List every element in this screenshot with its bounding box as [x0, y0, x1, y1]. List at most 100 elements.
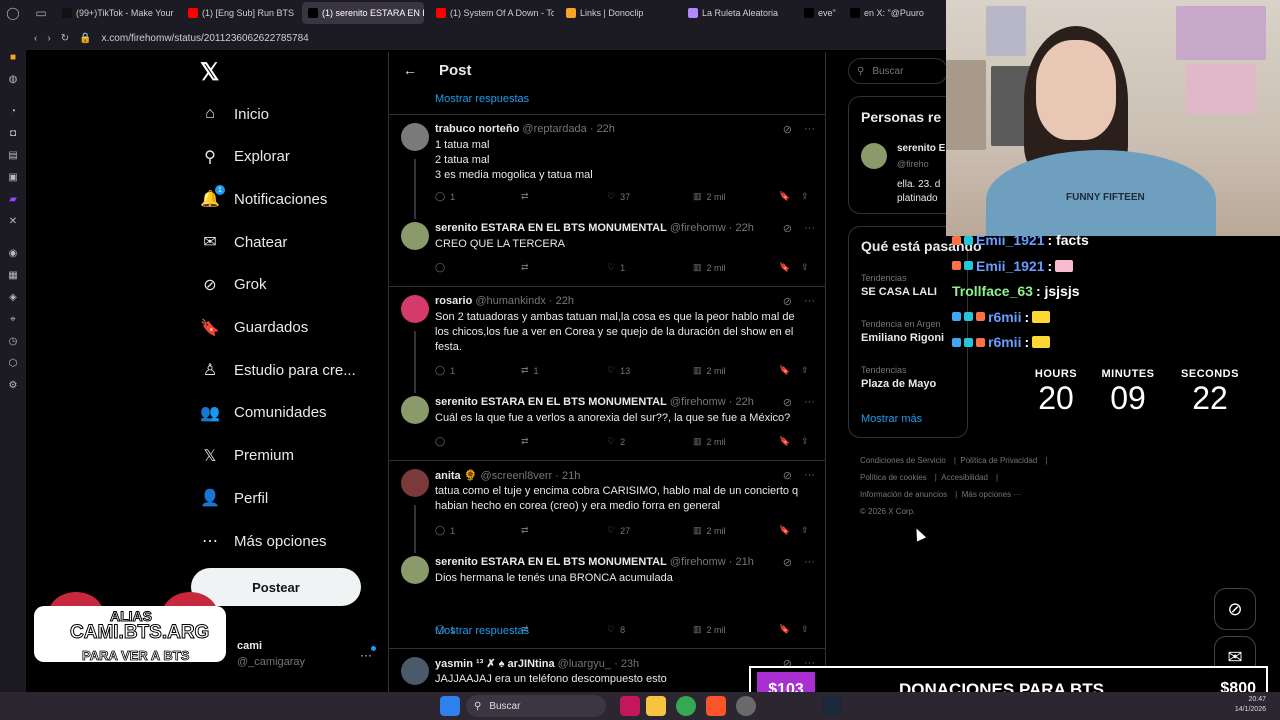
browser-tab[interactable]: (1) serenito ESTARA EN EL: [302, 2, 424, 24]
taskbar-search[interactable]: ⚲ Buscar: [466, 695, 606, 717]
like-button[interactable]: ♡ 27: [607, 525, 630, 536]
app-taskbar-icon[interactable]: [736, 696, 756, 716]
retweet-button[interactable]: ⇄ 1: [521, 365, 539, 376]
tweet[interactable]: serenito ESTARA EN EL BTS MONUMENTAL @fi…: [389, 388, 825, 460]
avatar[interactable]: [401, 222, 429, 250]
show-replies-link[interactable]: Mostrar respuestas: [435, 625, 529, 637]
browser-tab[interactable]: Links | Donoclip: [560, 2, 676, 24]
avatar[interactable]: [401, 469, 429, 497]
avatar[interactable]: [401, 657, 429, 685]
footer-link[interactable]: Más opciones ···: [962, 490, 1022, 499]
like-button[interactable]: ♡ 2: [607, 436, 625, 447]
tweet-author-handle[interactable]: @luargyu_: [558, 658, 611, 670]
like-button[interactable]: ♡ 13: [607, 365, 630, 376]
x-rail-icon[interactable]: ✕: [0, 210, 26, 232]
nav-item[interactable]: 🔖 Guardados: [200, 318, 308, 338]
cube-rail-icon[interactable]: ◈: [0, 286, 26, 308]
nav-item[interactable]: ⚲ Explorar: [200, 147, 290, 167]
opera-gx-taskbar-icon[interactable]: [620, 696, 640, 716]
grok-icon[interactable]: ⊘: [783, 295, 792, 308]
bookmark-button[interactable]: 🔖: [779, 262, 790, 273]
nav-item[interactable]: 𝕏 Premium: [200, 446, 294, 466]
retweet-button[interactable]: ⇄: [521, 191, 534, 202]
retweet-button[interactable]: ⇄: [521, 525, 534, 536]
start-icon[interactable]: [440, 696, 460, 716]
avatar[interactable]: [401, 295, 429, 323]
more-icon[interactable]: ···: [804, 123, 815, 136]
share-button[interactable]: ⇪: [801, 191, 809, 202]
show-more-link[interactable]: Mostrar más: [861, 413, 922, 425]
twitch-rail-icon[interactable]: ▰: [0, 188, 26, 210]
tweet-author-handle[interactable]: @screenl8verr: [481, 470, 553, 482]
tweet[interactable]: anita 🌻 @screenl8verr · 21h ⊘ ··· tatua co…: [389, 460, 825, 553]
nav-item[interactable]: ♙ Estudio para cre...: [200, 360, 356, 380]
tweet-author-name[interactable]: serenito ESTARA EN EL BTS MONUMENTAL: [435, 222, 667, 234]
views-button[interactable]: ▥ 2 mil: [693, 436, 726, 447]
views-button[interactable]: ▥ 2 mil: [693, 191, 726, 202]
browser-tab[interactable]: (1) System Of A Down - To: [430, 2, 554, 24]
mail-rail-icon[interactable]: ▣: [0, 166, 26, 188]
grok-icon[interactable]: ⊘: [783, 396, 792, 409]
browser-tab[interactable]: (1) [Eng Sub] Run BTS 114: [182, 2, 296, 24]
avatar[interactable]: [401, 123, 429, 151]
tweet[interactable]: trabuco norteño @reptardada · 22h ⊘ ··· 1 …: [389, 114, 825, 219]
views-button[interactable]: ▥ 2 mil: [693, 365, 726, 376]
browser-tab[interactable]: eve" |: [798, 2, 838, 24]
grok-icon[interactable]: ⊘: [783, 469, 792, 482]
bookmark-button[interactable]: 🔖: [779, 365, 790, 376]
more-icon[interactable]: ···: [804, 396, 815, 409]
grok-icon[interactable]: ⊘: [783, 222, 792, 235]
footer-link[interactable]: Condiciones de Servicio: [860, 456, 946, 465]
tweet-author-handle[interactable]: @humankindx: [475, 295, 545, 307]
search-input[interactable]: ⚲ Buscar: [848, 58, 948, 84]
like-button[interactable]: ♡ 8: [607, 624, 625, 635]
views-button[interactable]: ▥ 2 mil: [693, 624, 726, 635]
bookmark-button[interactable]: 🔖: [779, 436, 790, 447]
tweet-author-handle[interactable]: @firehomw: [670, 222, 726, 234]
nav-item[interactable]: 👥 Comunidades: [200, 403, 327, 423]
more-icon[interactable]: ···: [804, 469, 815, 482]
avatar[interactable]: [401, 396, 429, 424]
chrome-taskbar-icon[interactable]: [676, 696, 696, 716]
nav-item[interactable]: ⋯ Más opciones: [200, 531, 327, 551]
brave-taskbar-icon[interactable]: [706, 696, 726, 716]
person-name[interactable]: serenito E: [897, 143, 945, 154]
like-button[interactable]: ♡ 37: [607, 191, 630, 202]
share-button[interactable]: ⇪: [801, 262, 809, 273]
more-icon[interactable]: ···: [804, 222, 815, 235]
pin-rail-icon[interactable]: ⌖: [0, 308, 26, 330]
reply-button[interactable]: ◯ 1: [435, 191, 455, 202]
share-button[interactable]: ⇪: [801, 365, 809, 376]
views-button[interactable]: ▥ 2 mil: [693, 525, 726, 536]
reply-button[interactable]: ◯: [435, 262, 450, 273]
tab-manager-icon[interactable]: ▭: [26, 0, 56, 26]
browser-tab[interactable]: en X: "@Puuroc: [844, 2, 924, 24]
steam-taskbar-icon[interactable]: [822, 696, 842, 716]
share-button[interactable]: ⇪: [801, 525, 809, 536]
bookmark-button[interactable]: 🔖: [779, 191, 790, 202]
tweet[interactable]: rosario @humankindx · 22h ⊘ ··· Son 2 tatu…: [389, 286, 825, 393]
share-button[interactable]: ⇪: [801, 624, 809, 635]
nav-item[interactable]: ⌂ Inicio: [200, 104, 269, 124]
views-button[interactable]: ▥ 2 mil: [693, 262, 726, 273]
tweet-author-name[interactable]: serenito ESTARA EN EL BTS MONUMENTAL: [435, 556, 667, 568]
tweet-author-handle[interactable]: @reptardada: [522, 123, 586, 135]
clock-rail-icon[interactable]: ◷: [0, 330, 26, 352]
more-icon[interactable]: ···: [804, 295, 815, 308]
nav-item[interactable]: 👤 Perfil: [200, 488, 268, 508]
reply-button[interactable]: ◯ 1: [435, 365, 455, 376]
more-icon[interactable]: ···: [804, 556, 815, 569]
trend-title[interactable]: SE CASA LALI: [861, 286, 937, 298]
grok-icon[interactable]: ⊘: [783, 556, 792, 569]
nav-item[interactable]: 🔔 1 Notificaciones: [200, 185, 327, 209]
retweet-button[interactable]: ⇄: [521, 436, 534, 447]
browser-tab[interactable]: La Ruleta Aleatoria: [682, 2, 792, 24]
retweet-button[interactable]: ⇄: [521, 262, 534, 273]
show-replies-link[interactable]: Mostrar respuestas: [435, 93, 529, 105]
like-button[interactable]: ♡ 1: [607, 262, 625, 273]
tweet[interactable]: serenito ESTARA EN EL BTS MONUMENTAL @fi…: [389, 214, 825, 286]
tweet-author-handle[interactable]: @firehomw: [670, 396, 726, 408]
nav-item[interactable]: ⊘ Grok: [200, 275, 266, 295]
bag-rail-icon[interactable]: ◘: [0, 122, 26, 144]
player-rail-icon[interactable]: ◉: [0, 242, 26, 264]
